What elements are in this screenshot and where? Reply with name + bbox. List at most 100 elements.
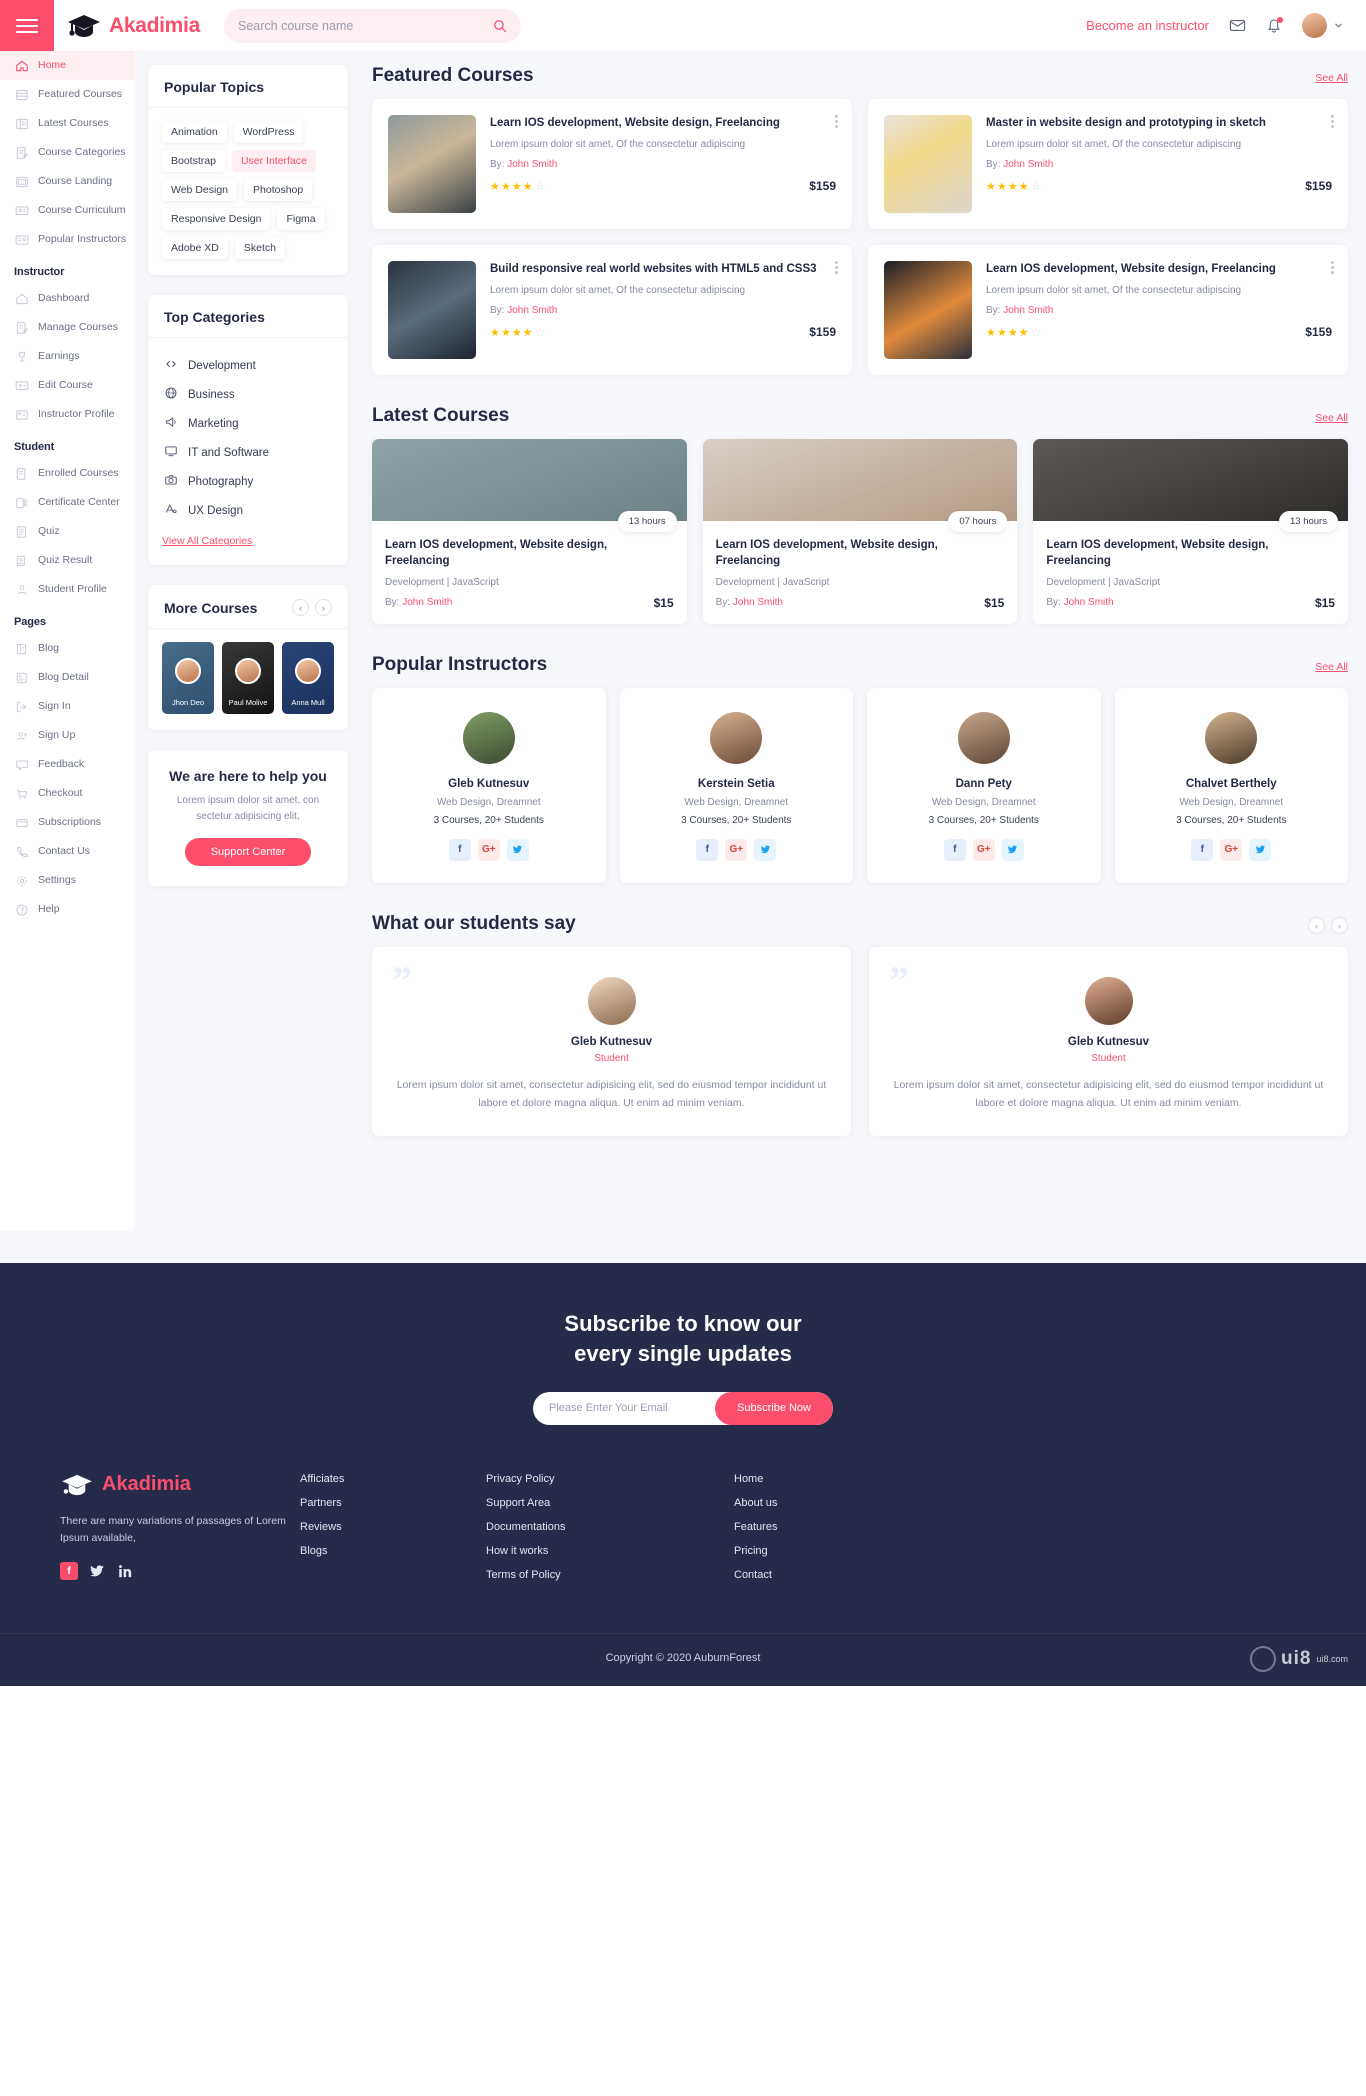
sidebar-item-certificate-center[interactable]: Certificate Center [0,488,134,517]
sidebar-item-contact-us[interactable]: Contact Us [0,837,134,866]
footer-link[interactable]: Contact [734,1569,920,1581]
google-plus-icon[interactable]: G+ [725,838,748,861]
sidebar-item-feedback[interactable]: Feedback [0,750,134,779]
sidebar-item-subscriptions[interactable]: Subscriptions [0,808,134,837]
next-button[interactable]: › [1331,917,1348,935]
topic-tag[interactable]: Bootstrap [162,150,225,172]
sidebar-item-home[interactable]: Home [0,51,134,80]
sidebar-item-dashboard[interactable]: Dashboard [0,284,134,313]
sidebar-item-sign-in[interactable]: Sign In [0,692,134,721]
latest-course-card[interactable]: 13 hours Learn IOS development, Website … [372,439,687,624]
topic-tag[interactable]: Web Design [162,179,238,201]
messages-button[interactable] [1229,17,1246,34]
category-item-photography[interactable]: Photography [162,467,334,496]
featured-course-card[interactable]: Learn IOS development, Website design, F… [372,99,852,229]
sidebar-item-edit-course[interactable]: Edit Course [0,371,134,400]
twitter-icon[interactable] [754,838,777,861]
sidebar-item-quiz[interactable]: Quiz [0,517,134,546]
mini-course-item[interactable]: Jhon Deo [162,642,214,714]
latest-course-card[interactable]: 07 hours Learn IOS development, Website … [702,439,1018,624]
sidebar-item-student-profile[interactable]: Student Profile [0,575,134,604]
instructor-card[interactable]: Gleb Kutnesuv Web Design, Dreamnet 3 Cou… [372,687,606,883]
featured-course-card[interactable]: Learn IOS development, Website design, F… [868,245,1348,375]
sidebar-item-course-curriculum[interactable]: Course Curriculum [0,196,134,225]
sidebar-item-latest-courses[interactable]: Latest Courses [0,109,134,138]
support-center-button[interactable]: Support Center [184,838,312,866]
footer-link[interactable]: Reviews [300,1521,486,1533]
mini-course-item[interactable]: Anna Mull [282,642,334,714]
notifications-button[interactable] [1266,16,1283,34]
email-input[interactable] [537,1402,716,1415]
footer-link[interactable]: Home [734,1473,920,1485]
instructor-card[interactable]: Chalvet Berthely Web Design, Dreamnet 3 … [1114,687,1348,883]
footer-link[interactable]: How it works [486,1545,734,1557]
footer-link[interactable]: Blogs [300,1545,486,1557]
topic-tag[interactable]: WordPress [233,121,304,143]
author-name[interactable]: John Smith [1003,159,1053,170]
search-icon[interactable] [493,19,507,33]
google-plus-icon[interactable]: G+ [972,838,995,861]
search-input[interactable] [237,18,493,33]
category-item-marketing[interactable]: Marketing [162,409,334,438]
subscribe-button[interactable]: Subscribe Now [715,1391,833,1425]
more-options-icon[interactable] [835,115,838,128]
category-item-ux-design[interactable]: UX Design [162,496,334,525]
more-options-icon[interactable] [1331,115,1334,128]
sidebar-item-popular-instructors[interactable]: Popular Instructors [0,225,134,254]
sidebar-item-enrolled-courses[interactable]: Enrolled Courses [0,459,134,488]
latest-course-card[interactable]: 13 hours Learn IOS development, Website … [1033,439,1348,624]
footer-link[interactable]: Partners [300,1497,486,1509]
see-all-link[interactable]: See All [1315,72,1348,84]
sidebar-item-sign-up[interactable]: Sign Up [0,721,134,750]
footer-logo[interactable]: Akadimia [60,1473,300,1497]
user-menu[interactable] [1302,13,1344,38]
google-plus-icon[interactable]: G+ [1220,838,1243,861]
facebook-icon[interactable]: f [448,838,471,861]
linkedin-icon[interactable] [116,1562,134,1580]
view-all-categories-link[interactable]: View All Categories [162,535,252,547]
sidebar-item-blog-detail[interactable]: Blog Detail [0,663,134,692]
category-item-development[interactable]: Development [162,351,334,380]
search-box[interactable] [223,8,521,43]
become-instructor-link[interactable]: Become an instructor [1086,18,1209,33]
footer-link[interactable]: Features [734,1521,920,1533]
next-button[interactable]: › [315,599,332,616]
see-all-link[interactable]: See All [1315,412,1348,424]
twitter-icon[interactable] [1001,838,1024,861]
instructor-card[interactable]: Dann Pety Web Design, Dreamnet 3 Courses… [867,687,1101,883]
footer-link[interactable]: Pricing [734,1545,920,1557]
author-name[interactable]: John Smith [402,597,452,608]
twitter-icon[interactable] [1249,838,1272,861]
footer-link[interactable]: Privacy Policy [486,1473,734,1485]
facebook-icon[interactable]: f [1191,838,1214,861]
sidebar-item-instructor-profile[interactable]: Instructor Profile [0,400,134,429]
sidebar-item-course-landing[interactable]: Course Landing [0,167,134,196]
see-all-link[interactable]: See All [1315,661,1348,673]
footer-link[interactable]: Afficiates [300,1473,486,1485]
topic-tag[interactable]: Adobe XD [162,237,228,259]
facebook-icon[interactable]: f [696,838,719,861]
prev-button[interactable]: ‹ [292,599,309,616]
topic-tag[interactable]: Animation [162,121,227,143]
footer-link[interactable]: Support Area [486,1497,734,1509]
author-name[interactable]: John Smith [1064,597,1114,608]
category-item-business[interactable]: Business [162,380,334,409]
sidebar-item-earnings[interactable]: Earnings [0,342,134,371]
mini-course-item[interactable]: Paul Molive [222,642,274,714]
instructor-card[interactable]: Kerstein Setia Web Design, Dreamnet 3 Co… [619,687,853,883]
footer-link[interactable]: Documentations [486,1521,734,1533]
sidebar-item-quiz-result[interactable]: Quiz Result [0,546,134,575]
brand-logo[interactable]: Akadimia [66,13,200,39]
author-name[interactable]: John Smith [733,597,783,608]
featured-course-card[interactable]: Build responsive real world websites wit… [372,245,852,375]
more-options-icon[interactable] [835,261,838,274]
sidebar-item-blog[interactable]: Blog [0,634,134,663]
topic-tag[interactable]: Sketch [234,237,285,259]
topic-tag-selected[interactable]: User Interface [231,150,316,172]
sidebar-item-checkout[interactable]: Checkout [0,779,134,808]
sidebar-item-settings[interactable]: Settings [0,866,134,895]
author-name[interactable]: John Smith [507,159,557,170]
chevron-down-icon[interactable] [1333,20,1344,31]
google-plus-icon[interactable]: G+ [477,838,500,861]
twitter-icon[interactable] [506,838,529,861]
